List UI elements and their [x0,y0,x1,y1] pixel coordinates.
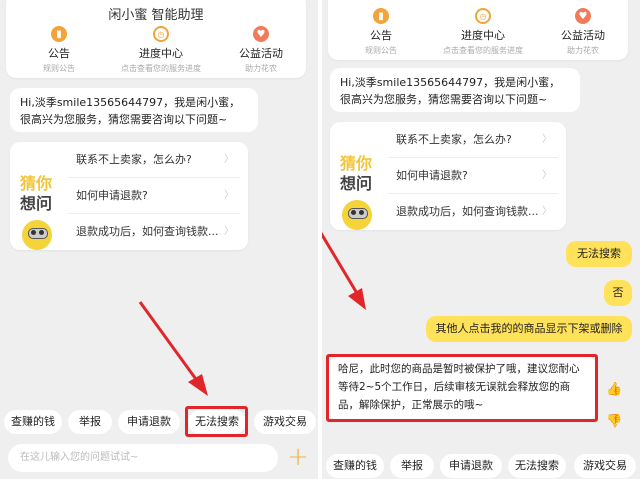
quick-chip-cannot-search[interactable]: 无法搜索 [508,454,566,478]
quick-chip-earnings[interactable]: 查赚的钱 [4,410,62,434]
thumbs-down-icon[interactable]: 👎 [606,414,622,430]
question-input[interactable]: 在这儿输入您的问题试试~ [8,444,278,472]
left-chat-panel: 闲小蜜 智能助理 ▮ 公告 规则公告 ◷ 进度中心 点击查看您的服务进度 ♥ 公… [0,0,318,479]
highlight-box [185,406,248,437]
quick-chip-earnings[interactable]: 查赚的钱 [326,454,384,478]
quick-chip-report[interactable]: 举报 [68,410,112,434]
quick-chip-game-trade[interactable]: 游戏交易 [574,454,636,478]
quick-chip-game-trade[interactable]: 游戏交易 [254,410,316,434]
right-chat-panel: ▮ 公告 规则公告 ◷ 进度中心 点击查看您的服务进度 ♥ 公益活动 助力花农 … [322,0,640,479]
quick-chip-refund[interactable]: 申请退款 [118,410,180,434]
red-arrow-annotation [138,301,208,396]
highlight-box [326,354,598,422]
quick-chip-report[interactable]: 举报 [390,454,434,478]
quick-chip-refund[interactable]: 申请退款 [440,454,502,478]
thumbs-up-icon[interactable]: 👍 [606,382,622,398]
plus-icon[interactable]: + [286,444,310,470]
